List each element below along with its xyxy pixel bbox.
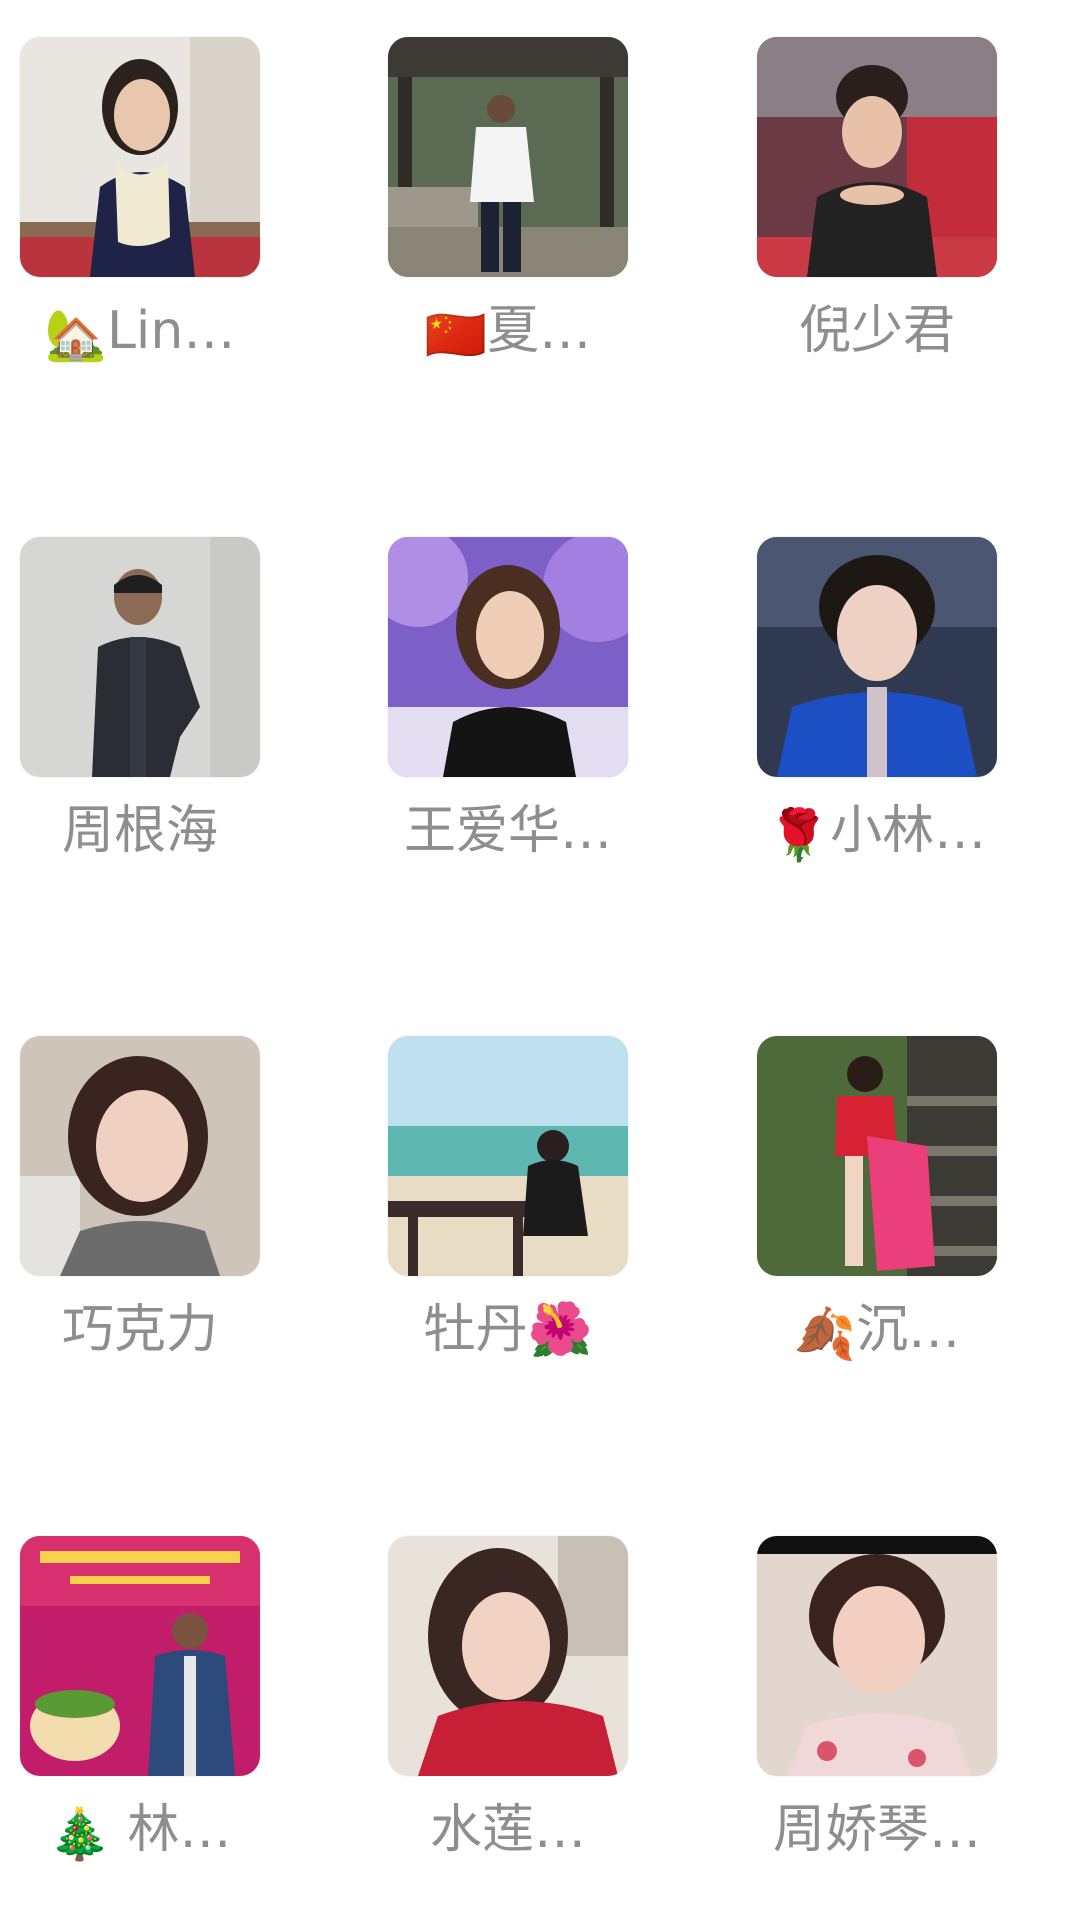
fallen-leaf-icon: 🍂 <box>793 1305 857 1363</box>
member-item[interactable]: 王爱华… <box>388 537 628 861</box>
member-name: 🍂沉… <box>793 1300 961 1363</box>
member-name: 周娇琴… <box>772 1800 981 1860</box>
member-name: 王爱华… <box>403 801 612 861</box>
avatar-woman-blue-jacket-image <box>757 537 997 777</box>
member-item[interactable]: 牡丹🌺 <box>388 1036 628 1360</box>
avatar[interactable] <box>388 1536 628 1776</box>
avatar[interactable] <box>388 1036 628 1276</box>
member-name: 🇨🇳夏… <box>424 301 592 364</box>
avatar-woman-qipao-image <box>757 1536 997 1776</box>
avatar[interactable] <box>757 537 997 777</box>
avatar-woman-stairs-image <box>757 1036 997 1276</box>
avatar-woman-red-sweater-image <box>388 1536 628 1776</box>
avatar[interactable] <box>757 1036 997 1276</box>
avatar[interactable] <box>20 1536 260 1776</box>
christmas-tree-icon: 🎄 <box>48 1805 111 1863</box>
avatar-man-pavilion-image <box>388 37 628 277</box>
member-item[interactable]: 周根海 <box>20 537 260 861</box>
member-item[interactable]: 🍂沉… <box>757 1036 997 1363</box>
member-name: 周根海 <box>61 801 218 861</box>
member-item[interactable]: 倪少君 <box>757 37 997 361</box>
member-item[interactable]: 水莲… <box>388 1536 628 1860</box>
member-grid: 🏡Lin… 🇨🇳夏… 倪少君 周根海 王爱华… 🌹小林… 巧克力 牡丹🌺 🍂沉…… <box>0 0 1080 1920</box>
member-name: 水莲… <box>429 1800 586 1860</box>
avatar-man-dark-jacket-image <box>20 537 260 777</box>
member-item[interactable]: 巧克力 <box>20 1036 260 1360</box>
avatar[interactable] <box>20 537 260 777</box>
house-icon: 🏡 <box>44 306 107 364</box>
member-name: 巧克力 <box>61 1300 218 1360</box>
member-name: 倪少君 <box>798 301 955 361</box>
avatar-woman-purple-trees-image <box>388 537 628 777</box>
member-name: 🌹小林… <box>767 801 987 864</box>
avatar[interactable] <box>757 37 997 277</box>
avatar[interactable] <box>757 1536 997 1776</box>
avatar[interactable] <box>20 1036 260 1276</box>
avatar[interactable] <box>388 537 628 777</box>
member-item[interactable]: 🎄 林… <box>20 1536 260 1863</box>
avatar-man-party-banner-image <box>20 1536 260 1776</box>
member-name: 牡丹🌺 <box>423 1300 593 1360</box>
member-name: 🎄 林… <box>48 1800 232 1863</box>
china-flag-icon: 🇨🇳 <box>424 306 488 364</box>
avatar[interactable] <box>388 37 628 277</box>
avatar-woman-banquet-image <box>757 37 997 277</box>
avatar-woman-selfie-image <box>20 1036 260 1276</box>
member-item[interactable]: 🌹小林… <box>757 537 997 864</box>
avatar-woman-beach-image <box>388 1036 628 1276</box>
member-item[interactable]: 🏡Lin… <box>20 37 260 364</box>
rose-icon: 🌹 <box>767 806 831 864</box>
avatar[interactable] <box>20 37 260 277</box>
member-item[interactable]: 🇨🇳夏… <box>388 37 628 364</box>
member-name: 🏡Lin… <box>44 301 236 364</box>
avatar-woman-scarf-image <box>20 37 260 277</box>
member-item[interactable]: 周娇琴… <box>757 1536 997 1860</box>
